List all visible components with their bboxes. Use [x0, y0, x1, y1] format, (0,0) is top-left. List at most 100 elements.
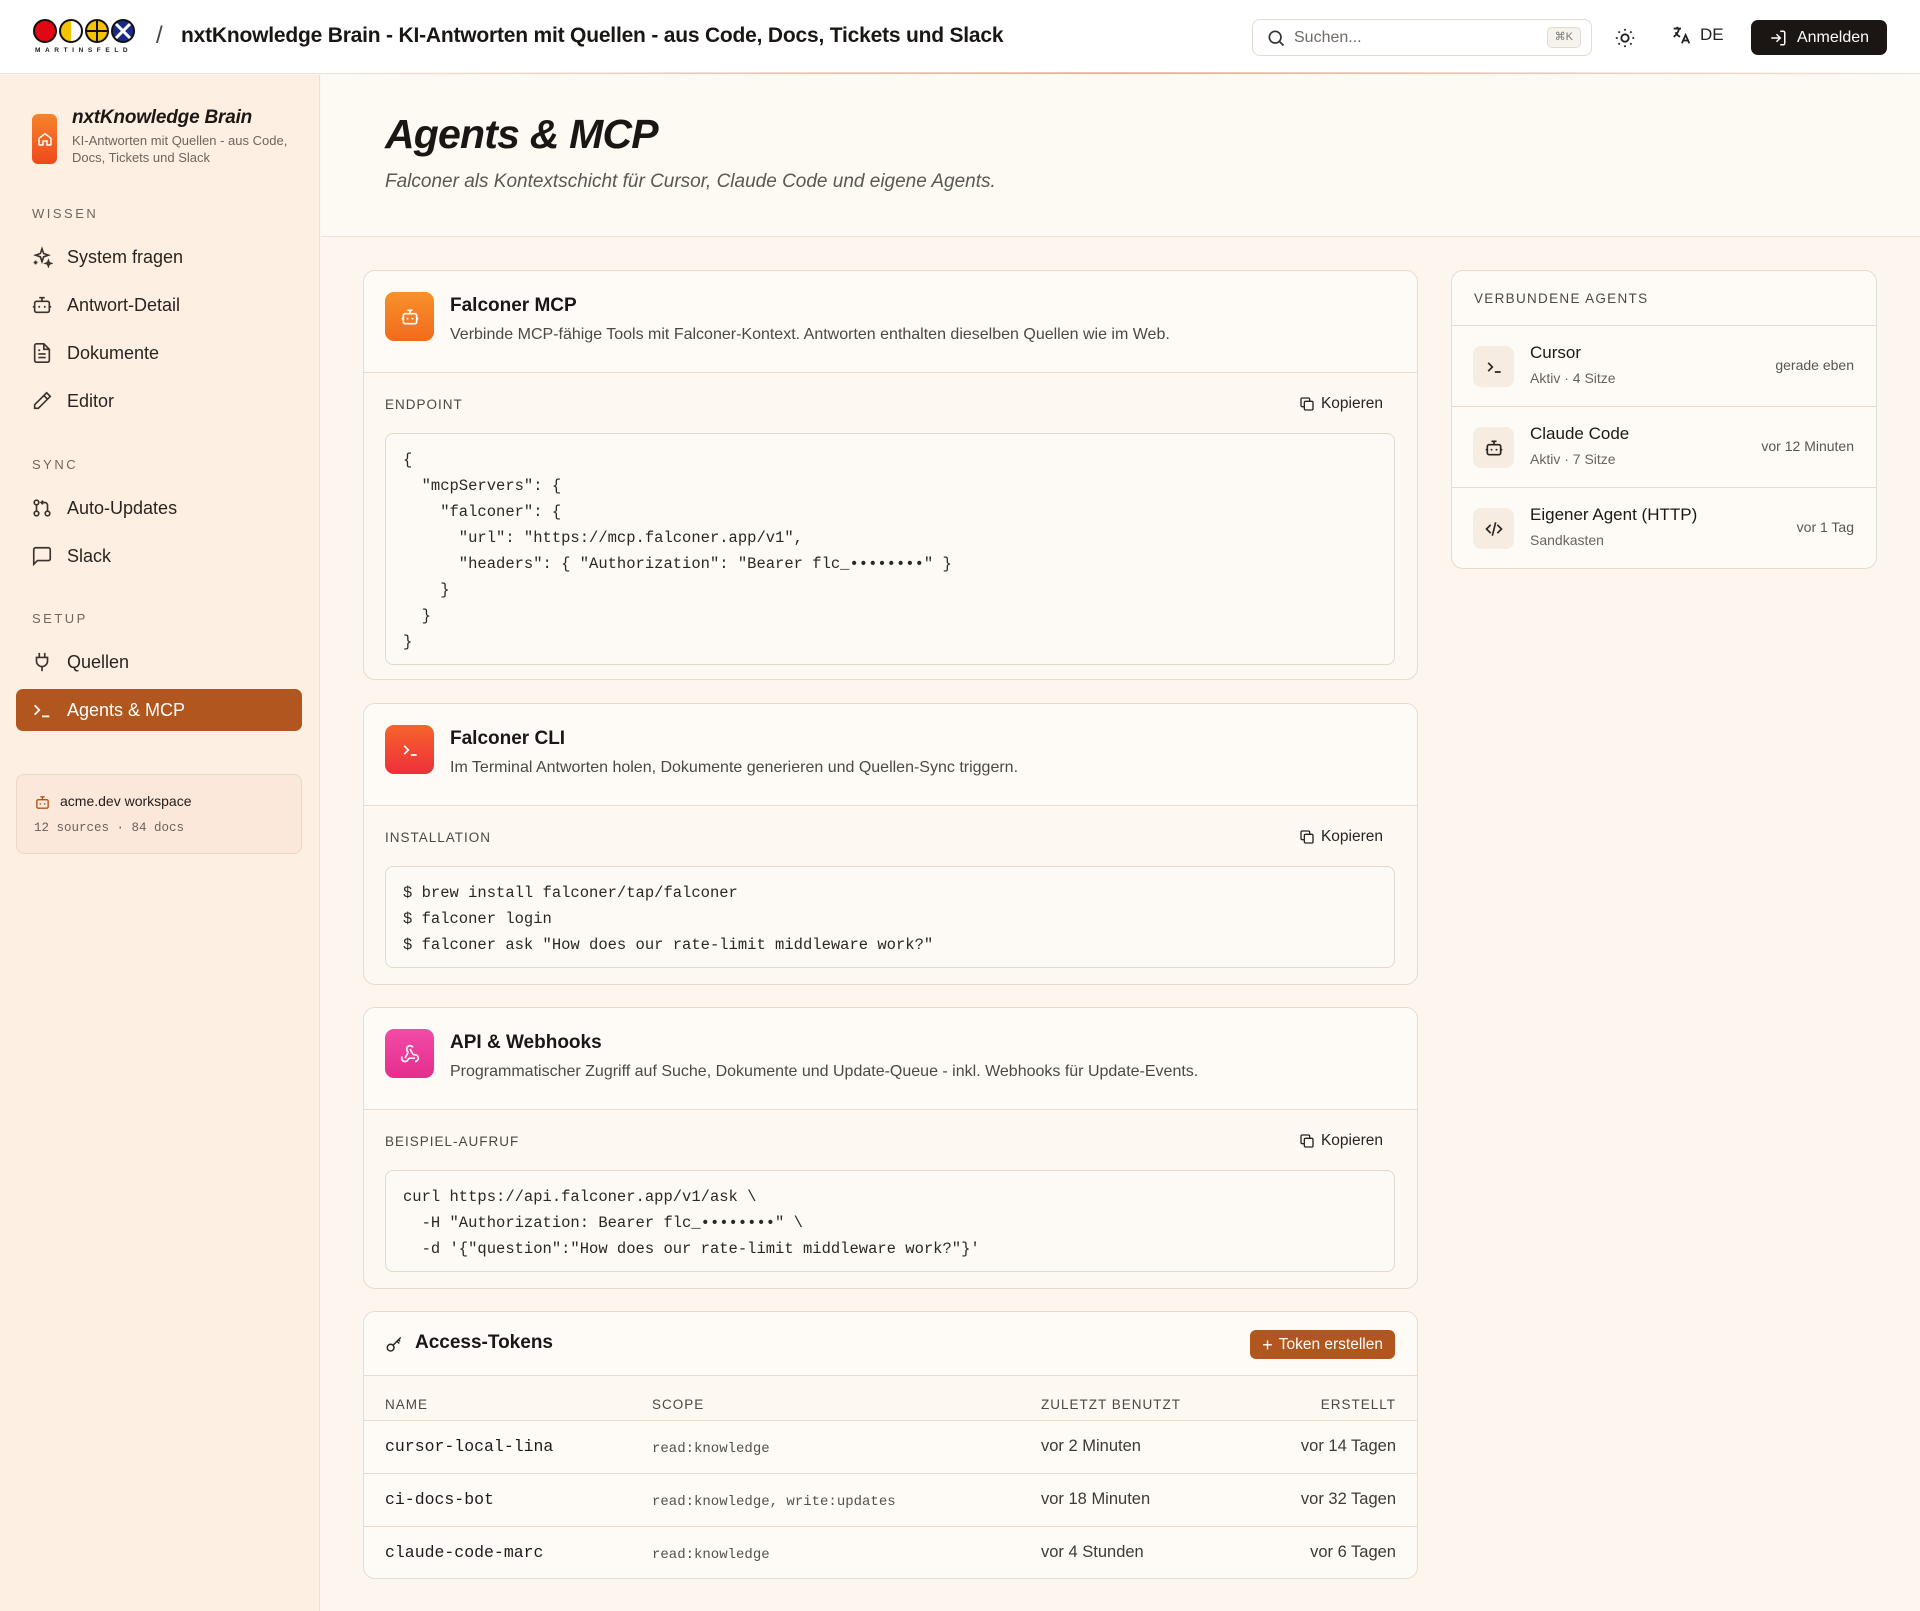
token-scope: read:knowledge [652, 1441, 770, 1457]
webhook-icon [385, 1029, 434, 1078]
logo-blue-circle [111, 19, 135, 43]
card-header: Access-Tokens + Token erstellen [364, 1312, 1417, 1376]
table-row[interactable]: cursor-local-lina read:knowledge vor 2 M… [364, 1420, 1417, 1473]
create-token-button[interactable]: + Token erstellen [1250, 1330, 1395, 1359]
card-header: API & Webhooks Programmatischer Zugriff … [364, 1008, 1417, 1110]
token-scope: read:knowledge, write:updates [652, 1494, 896, 1510]
card-title: Falconer CLI [450, 728, 566, 749]
language-switch[interactable]: DE [1670, 24, 1724, 46]
sidebar-item-label: System fragen [67, 246, 184, 267]
copy-button[interactable]: Kopieren [1299, 1132, 1383, 1150]
token-created: vor 32 Tagen [1300, 1490, 1396, 1508]
message-square-icon [30, 544, 54, 568]
agent-row-custom-http[interactable]: Eigener Agent (HTTP) Sandkasten vor 1 Ta… [1452, 487, 1876, 568]
sidebar-item-agents-mcp[interactable]: Agents & MCP [16, 689, 302, 731]
column-header-last-used: ZULETZT BENUTZT [1041, 1397, 1182, 1412]
martinsfeld-logo[interactable]: MARTINSFELD [33, 19, 137, 55]
search-icon [1266, 28, 1286, 48]
token-name: cursor-local-lina [385, 1437, 554, 1456]
access-tokens-card: Access-Tokens + Token erstellen NAME SCO… [363, 1311, 1418, 1579]
code-icon [1473, 508, 1514, 549]
copy-button[interactable]: Kopieren [1299, 395, 1383, 413]
translate-icon [1670, 24, 1692, 46]
column-header-created: ERSTELLT [1320, 1397, 1396, 1412]
card-section-label: ENDPOINT [385, 397, 463, 412]
api-card: API & Webhooks Programmatischer Zugriff … [363, 1007, 1418, 1289]
example-call-code[interactable]: curl https://api.falconer.app/v1/ask \ -… [385, 1170, 1395, 1272]
table-row[interactable]: ci-docs-bot read:knowledge, write:update… [364, 1473, 1417, 1526]
agent-status: Aktiv · 7 Sitze [1530, 451, 1616, 467]
sidebar-item-label: Quellen [67, 651, 130, 672]
mcp-card: Falconer MCP Verbinde MCP-fähige Tools m… [363, 270, 1418, 680]
workspace-card[interactable]: acme.dev workspace 12 sources · 84 docs [16, 774, 302, 854]
search-box[interactable]: ⌘K [1252, 19, 1592, 56]
sidebar-item-dokumente[interactable]: Dokumente [16, 332, 302, 374]
sparkles-icon [30, 245, 54, 269]
card-description: Verbinde MCP-fähige Tools mit Falconer-K… [450, 326, 1170, 343]
document-icon [30, 341, 54, 365]
search-input[interactable] [1294, 28, 1534, 47]
copy-button[interactable]: Kopieren [1299, 828, 1383, 846]
card-description: Programmatischer Zugriff auf Suche, Doku… [450, 1063, 1199, 1080]
connected-agents-panel: VERBUNDENE AGENTS Cursor Aktiv · 4 Sitze… [1451, 270, 1877, 569]
page-header: Agents & MCP Falconer als Kontextschicht… [321, 75, 1920, 237]
brand-logo[interactable] [32, 114, 57, 164]
sidebar-item-antwort-detail[interactable]: Antwort-Detail [16, 284, 302, 326]
terminal-icon [1473, 346, 1514, 387]
git-pull-request-icon [30, 496, 54, 520]
column-header-name: NAME [385, 1397, 429, 1412]
section-wissen: WISSEN [32, 206, 99, 221]
plug-icon [30, 650, 54, 674]
section-sync: SYNC [32, 457, 79, 472]
home-icon [37, 131, 53, 147]
search-shortcut: ⌘K [1546, 27, 1581, 48]
sidebar-item-quellen[interactable]: Quellen [16, 641, 302, 683]
sidebar-item-editor[interactable]: Editor [16, 380, 302, 422]
theme-toggle-button[interactable] [1611, 24, 1639, 52]
table-row[interactable]: claude-code-marc read:knowledge vor 4 St… [364, 1526, 1417, 1578]
sidebar-item-auto-updates[interactable]: Auto-Updates [16, 487, 302, 529]
pencil-icon [30, 389, 54, 413]
key-icon [385, 1336, 403, 1354]
cli-card: Falconer CLI Im Terminal Antworten holen… [363, 703, 1418, 985]
login-button[interactable]: Anmelden [1751, 20, 1887, 55]
endpoint-code[interactable]: { "mcpServers": { "falconer": { "url": "… [385, 433, 1395, 665]
card-header: Falconer CLI Im Terminal Antworten holen… [364, 704, 1417, 806]
agent-row-cursor[interactable]: Cursor Aktiv · 4 Sitze gerade eben [1452, 325, 1876, 406]
card-title: API & Webhooks [450, 1032, 602, 1053]
create-token-label: Token erstellen [1278, 1335, 1383, 1353]
sidebar-item-slack[interactable]: Slack [16, 535, 302, 577]
card-section-label: INSTALLATION [385, 830, 492, 845]
login-label: Anmelden [1796, 28, 1870, 46]
agent-row-claude-code[interactable]: Claude Code Aktiv · 7 Sitze vor 12 Minut… [1452, 406, 1876, 487]
agent-name: Claude Code [1530, 424, 1630, 443]
agent-name: Cursor [1530, 343, 1582, 362]
logo-wordmark: MARTINSFELD [35, 47, 133, 54]
top-bar: MARTINSFELD / nxtKnowledge Brain - KI-An… [0, 0, 1920, 74]
token-scope: read:knowledge [652, 1547, 770, 1563]
plus-icon: + [1262, 1334, 1273, 1355]
agent-last-seen: gerade eben [1775, 357, 1854, 373]
agent-status: Aktiv · 4 Sitze [1530, 370, 1616, 386]
token-created: vor 6 Tagen [1310, 1543, 1396, 1561]
token-last-used: vor 4 Stunden [1041, 1543, 1144, 1561]
page-subtitle: Falconer als Kontextschicht für Cursor, … [385, 171, 996, 192]
logo-yellow-circle [59, 19, 83, 43]
installation-code[interactable]: $ brew install falconer/tap/falconer $ f… [385, 866, 1395, 968]
log-in-icon [1769, 29, 1787, 47]
workspace-meta: 12 sources · 84 docs [34, 821, 185, 835]
sidebar-item-label: Slack [67, 545, 112, 566]
copy-label: Kopieren [1320, 828, 1383, 845]
sun-icon [1614, 27, 1636, 49]
copy-icon [1299, 829, 1315, 845]
sidebar-item-system-fragen[interactable]: System fragen [16, 236, 302, 278]
brand-subtitle: KI-Antworten mit Quellen - aus Code, Doc… [72, 133, 288, 165]
agent-name: Eigener Agent (HTTP) [1530, 505, 1698, 524]
card-description: Im Terminal Antworten holen, Dokumente g… [450, 759, 1019, 776]
workspace-name: acme.dev workspace [60, 793, 192, 809]
sidebar-item-label: Agents & MCP [67, 699, 186, 720]
bot-icon [385, 292, 434, 341]
token-last-used: vor 2 Minuten [1041, 1437, 1141, 1455]
section-setup: SETUP [32, 611, 88, 626]
agent-last-seen: vor 12 Minuten [1761, 438, 1854, 454]
